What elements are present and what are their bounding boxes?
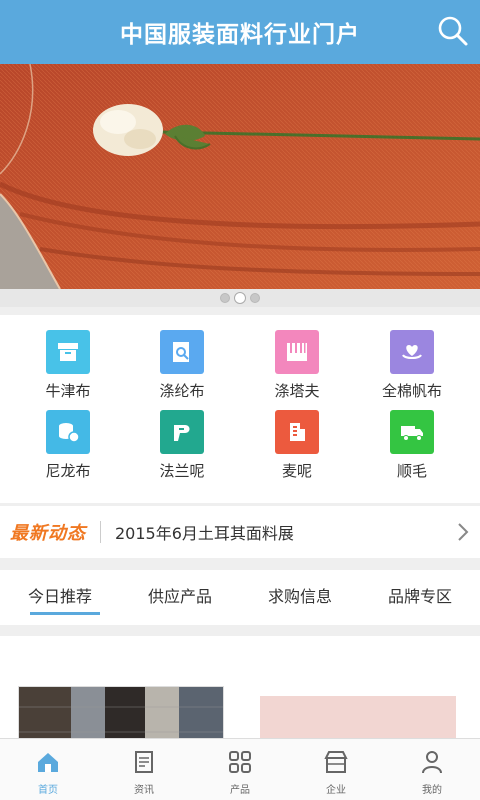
nav-label: 我的	[422, 785, 442, 796]
product-card[interactable]	[260, 696, 456, 740]
carousel-indicator	[0, 289, 480, 307]
search-doc-icon	[160, 330, 204, 374]
bottom-nav: 首页 资讯 产品 企业 我的	[0, 738, 480, 800]
building-icon	[275, 410, 319, 454]
tab-supply[interactable]: 供应产品	[120, 570, 240, 625]
category-label: 牛津布	[45, 382, 91, 400]
content-tabs: 今日推荐 供应产品 求购信息 品牌专区	[0, 570, 480, 625]
category-polyester[interactable]: 涤纶布	[132, 330, 232, 401]
category-canvas[interactable]: 全棉帆布	[362, 330, 462, 401]
search-icon[interactable]	[436, 14, 470, 48]
category-nylon[interactable]: 尼龙布	[18, 410, 118, 481]
nav-label: 资讯	[134, 785, 154, 796]
category-label: 尼龙布	[45, 462, 91, 480]
piano-icon	[275, 330, 319, 374]
tab-purchase[interactable]: 求购信息	[240, 570, 360, 625]
store-icon	[324, 751, 348, 773]
nav-label: 企业	[326, 785, 346, 796]
nav-label: 产品	[230, 785, 250, 796]
nav-profile[interactable]: 我的	[384, 739, 480, 800]
category-oxford[interactable]: 牛津布	[18, 330, 118, 401]
category-label: 法兰呢	[159, 462, 205, 480]
nav-products[interactable]: 产品	[192, 739, 288, 800]
box-icon	[46, 330, 90, 374]
category-label: 顺毛	[396, 462, 427, 480]
category-label: 涤塔夫	[274, 382, 320, 400]
category-label: 全棉帆布	[381, 382, 442, 400]
category-grid: 牛津布 涤纶布 涤塔夫 全棉帆布 尼龙布 法兰呢 麦呢 顺毛	[0, 315, 480, 503]
nav-news[interactable]: 资讯	[96, 739, 192, 800]
news-ticker[interactable]: 最新动态 2015年6月土耳其面料展	[0, 506, 480, 558]
grid-icon	[229, 751, 251, 773]
news-badge: 最新动态	[10, 523, 86, 544]
nav-label: 首页	[38, 785, 58, 796]
news-icon	[135, 751, 153, 773]
banner-carousel[interactable]	[0, 64, 480, 289]
carousel-dot[interactable]	[250, 293, 260, 303]
divider	[100, 521, 101, 543]
p-logo-icon	[160, 410, 204, 454]
product-list	[0, 636, 480, 740]
product-card[interactable]	[18, 686, 224, 740]
category-smooth-wool[interactable]: 顺毛	[362, 410, 462, 481]
carousel-dot[interactable]	[220, 293, 230, 303]
tab-brand[interactable]: 品牌专区	[360, 570, 480, 625]
heart-hand-icon	[390, 330, 434, 374]
product-image	[19, 687, 223, 740]
nav-enterprise[interactable]: 企业	[288, 739, 384, 800]
page-title: 中国服装面料行业门户	[120, 22, 360, 48]
app-header: 中国服装面料行业门户	[0, 0, 480, 64]
category-taffeta[interactable]: 涤塔夫	[247, 330, 347, 401]
nav-home[interactable]: 首页	[0, 739, 96, 800]
news-headline[interactable]: 2015年6月土耳其面料展	[115, 520, 452, 544]
category-label: 涤纶布	[159, 382, 205, 400]
truck-icon	[390, 410, 434, 454]
category-label: 麦呢	[281, 462, 312, 480]
carousel-dot-active[interactable]	[234, 292, 246, 304]
chevron-right-icon[interactable]	[452, 521, 474, 543]
coins-icon	[46, 410, 90, 454]
home-icon	[38, 753, 58, 772]
category-flannel[interactable]: 法兰呢	[132, 410, 232, 481]
tab-today[interactable]: 今日推荐	[0, 570, 120, 625]
user-icon	[422, 751, 442, 774]
category-melton[interactable]: 麦呢	[247, 410, 347, 481]
banner-image	[0, 64, 480, 289]
